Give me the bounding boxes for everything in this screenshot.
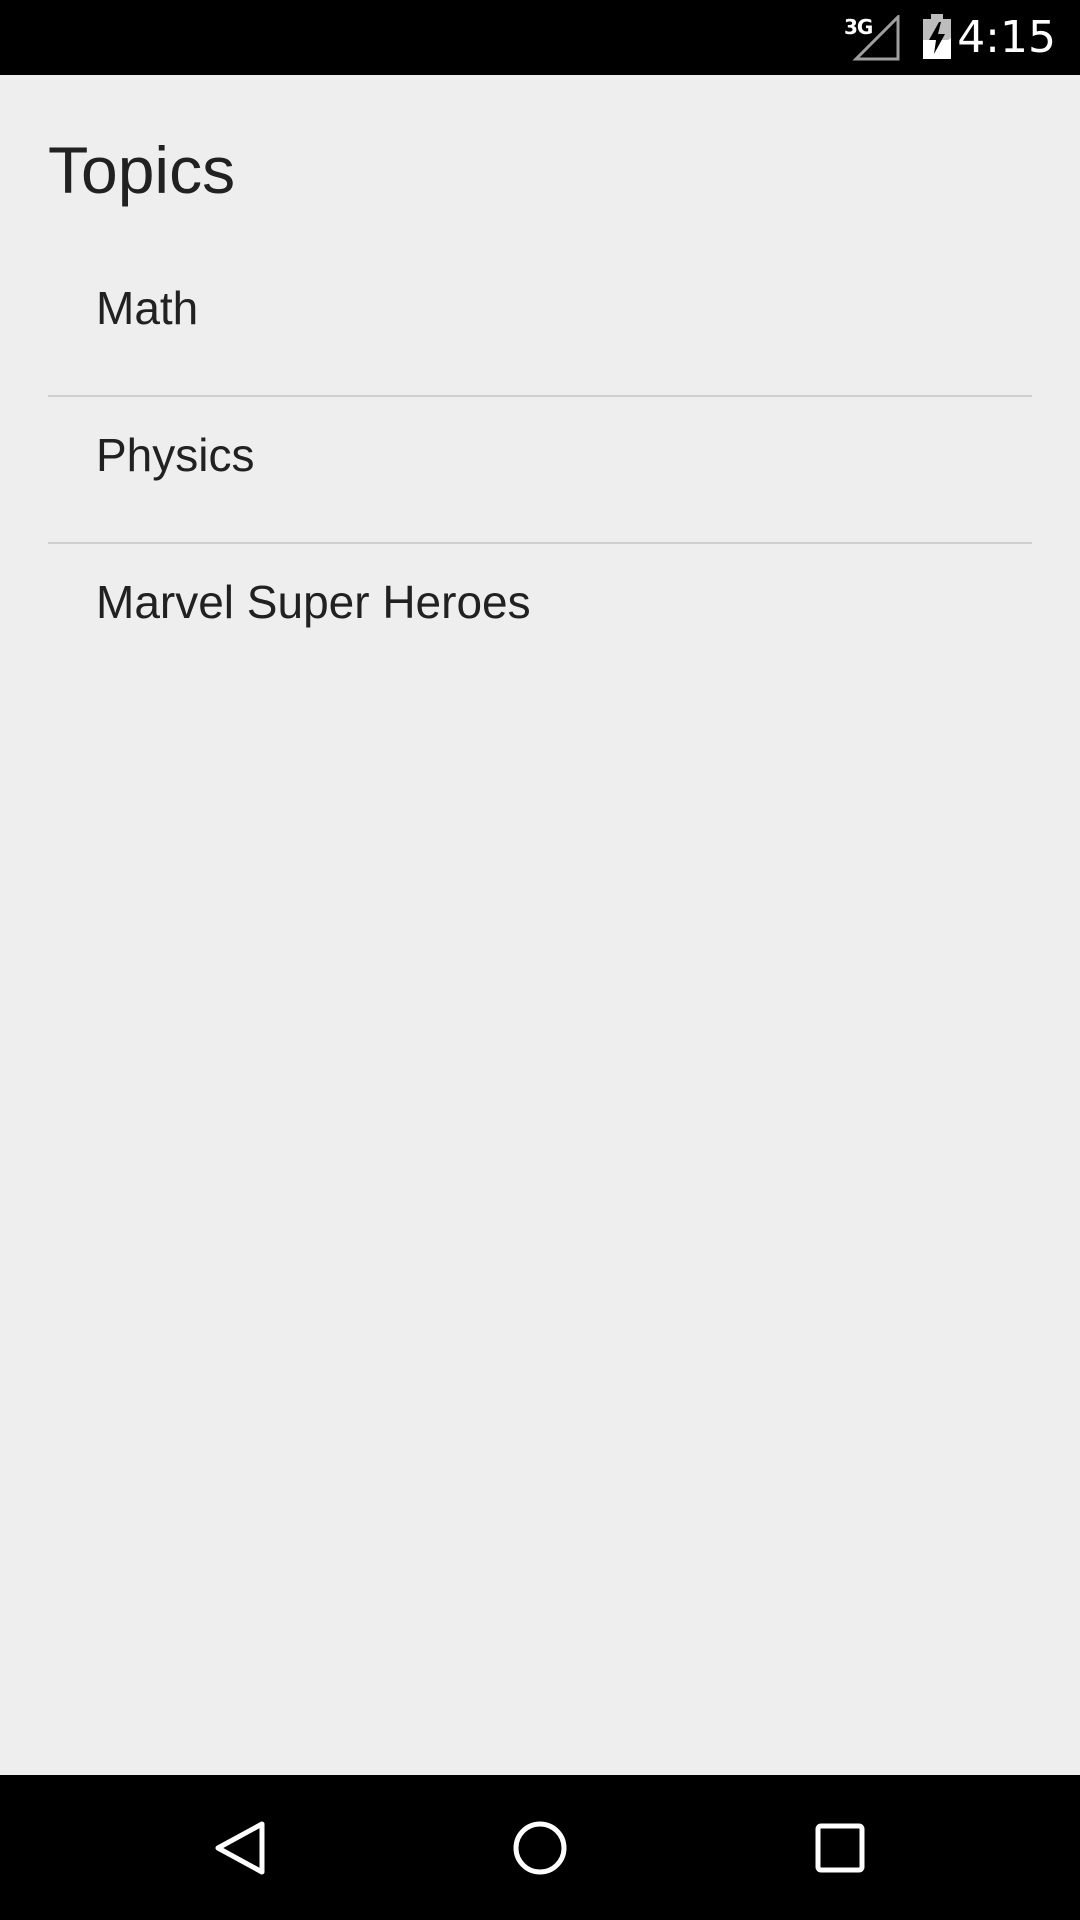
status-bar: 3G 4:15 <box>0 0 1080 75</box>
recents-button[interactable] <box>760 1775 920 1920</box>
back-button[interactable] <box>160 1775 320 1920</box>
topic-label: Marvel Super Heroes <box>96 575 531 628</box>
home-button[interactable] <box>460 1775 620 1920</box>
battery-charging-icon <box>923 14 951 59</box>
topic-label: Physics <box>96 428 255 481</box>
home-icon <box>513 1821 567 1874</box>
screen: 3G 4:15 Topics Math Physics Marvel Super… <box>0 0 1080 1920</box>
main-content: Topics Math Physics Marvel Super Heroes <box>0 75 1080 1775</box>
topic-list: Math Physics Marvel Super Heroes <box>48 250 1032 689</box>
back-icon <box>215 1821 265 1874</box>
recents-icon <box>815 1823 865 1872</box>
topic-label: Math <box>96 281 199 334</box>
topic-item-physics[interactable]: Physics <box>48 397 1032 544</box>
topic-item-math[interactable]: Math <box>48 250 1032 397</box>
cell-signal-icon <box>852 15 900 61</box>
status-clock: 4:15 <box>957 12 1056 63</box>
navigation-bar <box>0 1775 1080 1920</box>
topic-item-marvel-super-heroes[interactable]: Marvel Super Heroes <box>48 544 1032 689</box>
page-title: Topics <box>48 133 236 207</box>
